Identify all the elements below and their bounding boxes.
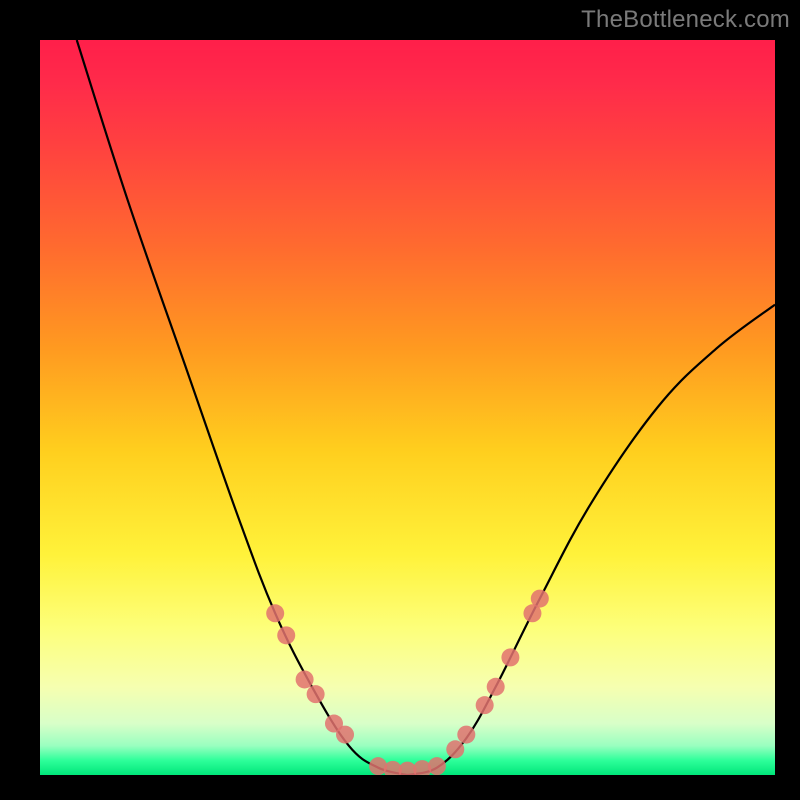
data-marker bbox=[336, 726, 354, 744]
data-marker bbox=[277, 626, 295, 644]
watermark-text: TheBottleneck.com bbox=[581, 6, 790, 34]
data-marker bbox=[428, 757, 446, 775]
data-marker bbox=[446, 740, 464, 758]
data-marker bbox=[531, 590, 549, 608]
data-marker bbox=[501, 648, 519, 666]
data-marker bbox=[307, 685, 325, 703]
data-marker bbox=[487, 678, 505, 696]
plot-area bbox=[40, 40, 775, 775]
bottleneck-curve bbox=[40, 40, 775, 775]
curve-right-curve bbox=[408, 305, 776, 775]
data-marker bbox=[296, 670, 314, 688]
data-marker bbox=[266, 604, 284, 622]
chart-frame: TheBottleneck.com bbox=[0, 0, 800, 800]
curve-left-curve bbox=[77, 40, 408, 775]
data-marker bbox=[457, 726, 475, 744]
data-marker bbox=[476, 696, 494, 714]
